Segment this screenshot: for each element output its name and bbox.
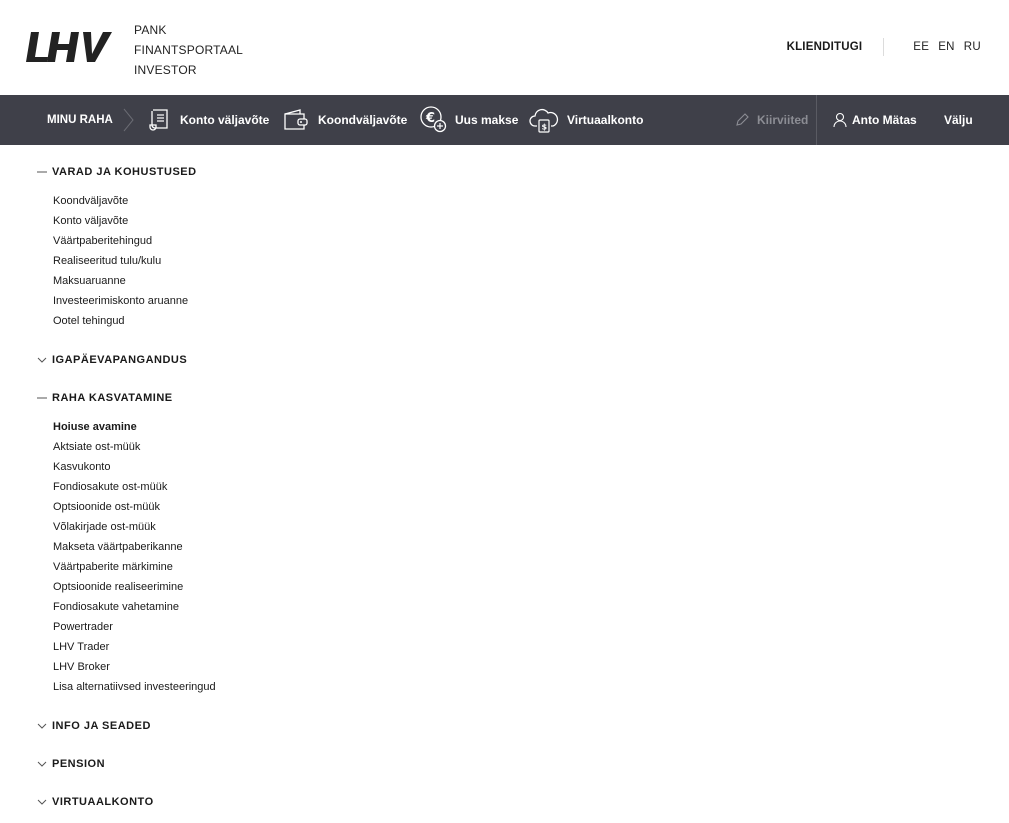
top-header: PANK FINANTSPORTAAL INVESTOR KLIENDITUGI… [0, 0, 1009, 95]
section-title: VIRTUAALKONTO [52, 796, 154, 808]
nav-home-minu-raha[interactable]: MINU RAHA [47, 95, 113, 145]
menu-link-koondvaljavote[interactable]: Koondväljavõte [53, 194, 128, 208]
chevron-down-icon [37, 761, 47, 767]
language-ee[interactable]: EE [913, 41, 929, 53]
menu-link-lhv-broker[interactable]: LHV Broker [53, 660, 110, 674]
section-virtuaalkonto[interactable]: VIRTUAALKONTO [37, 794, 154, 810]
menu-link-optsioonide-realiseerimine[interactable]: Optsioonide realiseerimine [53, 580, 183, 594]
section-title: VARAD JA KOHUSTUSED [52, 166, 197, 178]
menu-link-ootel-tehingud[interactable]: Ootel tehingud [53, 314, 125, 328]
user-name: Anto Mätas [852, 113, 917, 127]
svg-text:€: € [425, 111, 435, 126]
cloud-money-icon: $ [529, 108, 559, 133]
menu-link-optsioonide-ost-muuk[interactable]: Optsioonide ost-müük [53, 500, 160, 514]
section-pension[interactable]: PENSION [37, 756, 105, 772]
user-icon [833, 112, 847, 128]
nav-uus-makse[interactable]: € Uus makse [419, 95, 518, 145]
menu-link-investeerimiskonto-aruanne[interactable]: Investeerimiskonto aruanne [53, 294, 188, 308]
menu-link-konto-valjavote[interactable]: Konto väljavõte [53, 214, 128, 228]
menu-link-lisa-alternatiivsed[interactable]: Lisa alternatiivsed investeeringud [53, 680, 216, 694]
svg-text:$: $ [542, 123, 548, 132]
header-utilities: KLIENDITUGI EE EN RU [787, 38, 981, 56]
section-varad-ja-kohustused[interactable]: VARAD JA KOHUSTUSED [37, 164, 197, 180]
menu-link-hoiuse-avamine[interactable]: Hoiuse avamine [53, 420, 137, 434]
language-ru[interactable]: RU [964, 41, 981, 53]
menu-link-kasvukonto[interactable]: Kasvukonto [53, 460, 110, 474]
section-title: INFO JA SEADED [52, 720, 151, 732]
nav-konto-valjavote[interactable]: Konto väljavõte [146, 95, 269, 145]
section-title: IGAPÄEVAPANGANDUS [52, 354, 188, 366]
euro-plus-icon: € [420, 106, 447, 133]
nav-home-label: MINU RAHA [47, 114, 113, 126]
menu-link-vaartpaberite-markimine[interactable]: Väärtpaberite märkimine [53, 560, 173, 574]
nav-virtuaalkonto[interactable]: $ Virtuaalkonto [529, 95, 643, 145]
menu-link-lhv-trader[interactable]: LHV Trader [53, 640, 109, 654]
chevron-right-icon [123, 108, 134, 132]
support-link[interactable]: KLIENDITUGI [787, 41, 863, 53]
portal-link-investor[interactable]: INVESTOR [134, 60, 243, 80]
chevron-down-icon [37, 357, 47, 363]
statement-icon [149, 109, 168, 131]
nav-virtuaalkonto-label: Virtuaalkonto [567, 113, 644, 127]
menu-link-volakirjade-ost-muuk[interactable]: Võlakirjade ost-müük [53, 520, 156, 534]
navbar-divider [816, 95, 817, 145]
chevron-down-icon [37, 723, 47, 729]
language-en[interactable]: EN [938, 41, 955, 53]
pencil-icon [736, 113, 749, 126]
menu-link-makseta-vaartpaberikanne[interactable]: Makseta väärtpaberikanne [53, 540, 183, 554]
wallet-icon [284, 109, 308, 130]
nav-kiirviited[interactable]: Kiirviited [735, 95, 808, 145]
section-title: PENSION [52, 758, 106, 770]
header-divider [883, 38, 885, 56]
chevron-down-icon [37, 799, 47, 805]
logout-label: Välju [944, 113, 973, 127]
section-title: RAHA KASVATAMINE [52, 392, 173, 404]
nav-kiirviited-label: Kiirviited [757, 113, 809, 127]
collapse-icon [37, 397, 47, 399]
menu-link-maksuaruanne[interactable]: Maksuaruanne [53, 274, 126, 288]
nav-uus-makse-label: Uus makse [455, 113, 519, 127]
main-navbar: MINU RAHA Konto väljavõte Koondväljavõte… [0, 95, 1009, 145]
nav-user-profile[interactable]: Anto Mätas [833, 95, 917, 145]
menu-link-realiseeritud[interactable]: Realiseeritud tulu/kulu [53, 254, 161, 268]
section-info-ja-seaded[interactable]: INFO JA SEADED [37, 718, 151, 734]
collapse-icon [37, 171, 47, 173]
section-igapaevapangandus[interactable]: IGAPÄEVAPANGANDUS [37, 352, 187, 368]
nav-konto-valjavote-label: Konto väljavõte [180, 113, 270, 127]
lhv-logo[interactable] [26, 30, 112, 64]
nav-koondvaljavote-label: Koondväljavõte [318, 113, 408, 127]
logout-button[interactable]: Välju [944, 95, 973, 145]
menu-link-vaartpaberitehingud[interactable]: Väärtpaberitehingud [53, 234, 152, 248]
menu-link-fondiosakute-ost-muuk[interactable]: Fondiosakute ost-müük [53, 480, 167, 494]
nav-koondvaljavote[interactable]: Koondväljavõte [282, 95, 407, 145]
portal-link-pank[interactable]: PANK [134, 20, 243, 40]
section-raha-kasvatamine[interactable]: RAHA KASVATAMINE [37, 390, 173, 406]
menu-link-aktsiate-ost-muuk[interactable]: Aktsiate ost-müük [53, 440, 140, 454]
menu-link-fondiosakute-vahetamine[interactable]: Fondiosakute vahetamine [53, 600, 179, 614]
portal-switcher: PANK FINANTSPORTAAL INVESTOR [134, 20, 243, 80]
portal-link-finantsportaal[interactable]: FINANTSPORTAAL [134, 40, 243, 60]
menu-link-powertrader[interactable]: Powertrader [53, 620, 113, 634]
